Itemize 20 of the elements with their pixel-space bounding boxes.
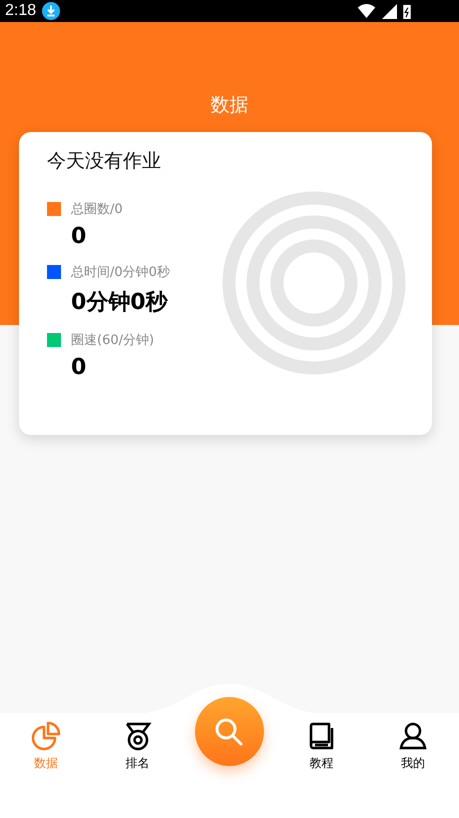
nav-tab[interactable]: 我的	[394, 713, 432, 772]
stat-label: 圈速(60/分钟)	[71, 332, 154, 349]
nav-tab[interactable]: 教程	[302, 713, 340, 772]
search-button[interactable]	[194, 697, 264, 766]
stat-label: 总时间/0分钟0秒	[71, 264, 170, 281]
search-icon	[214, 716, 244, 746]
pie-chart-icon	[30, 721, 61, 751]
card-title: 今天没有作业	[47, 149, 162, 174]
stat-label: 总圈数/0	[71, 201, 123, 218]
status-time: 2:18	[5, 2, 36, 20]
stat-value: 0	[71, 224, 88, 249]
stat-value: 0分钟0秒	[71, 289, 169, 317]
battery-icon	[403, 4, 411, 18]
nav-tab[interactable]: 排名	[118, 713, 157, 772]
user-icon	[398, 721, 428, 751]
wifi-icon	[357, 4, 376, 18]
signal-icon	[382, 4, 397, 18]
page-title: 数据	[210, 93, 248, 118]
stat-value: 0	[71, 355, 88, 380]
download-icon	[42, 2, 60, 20]
